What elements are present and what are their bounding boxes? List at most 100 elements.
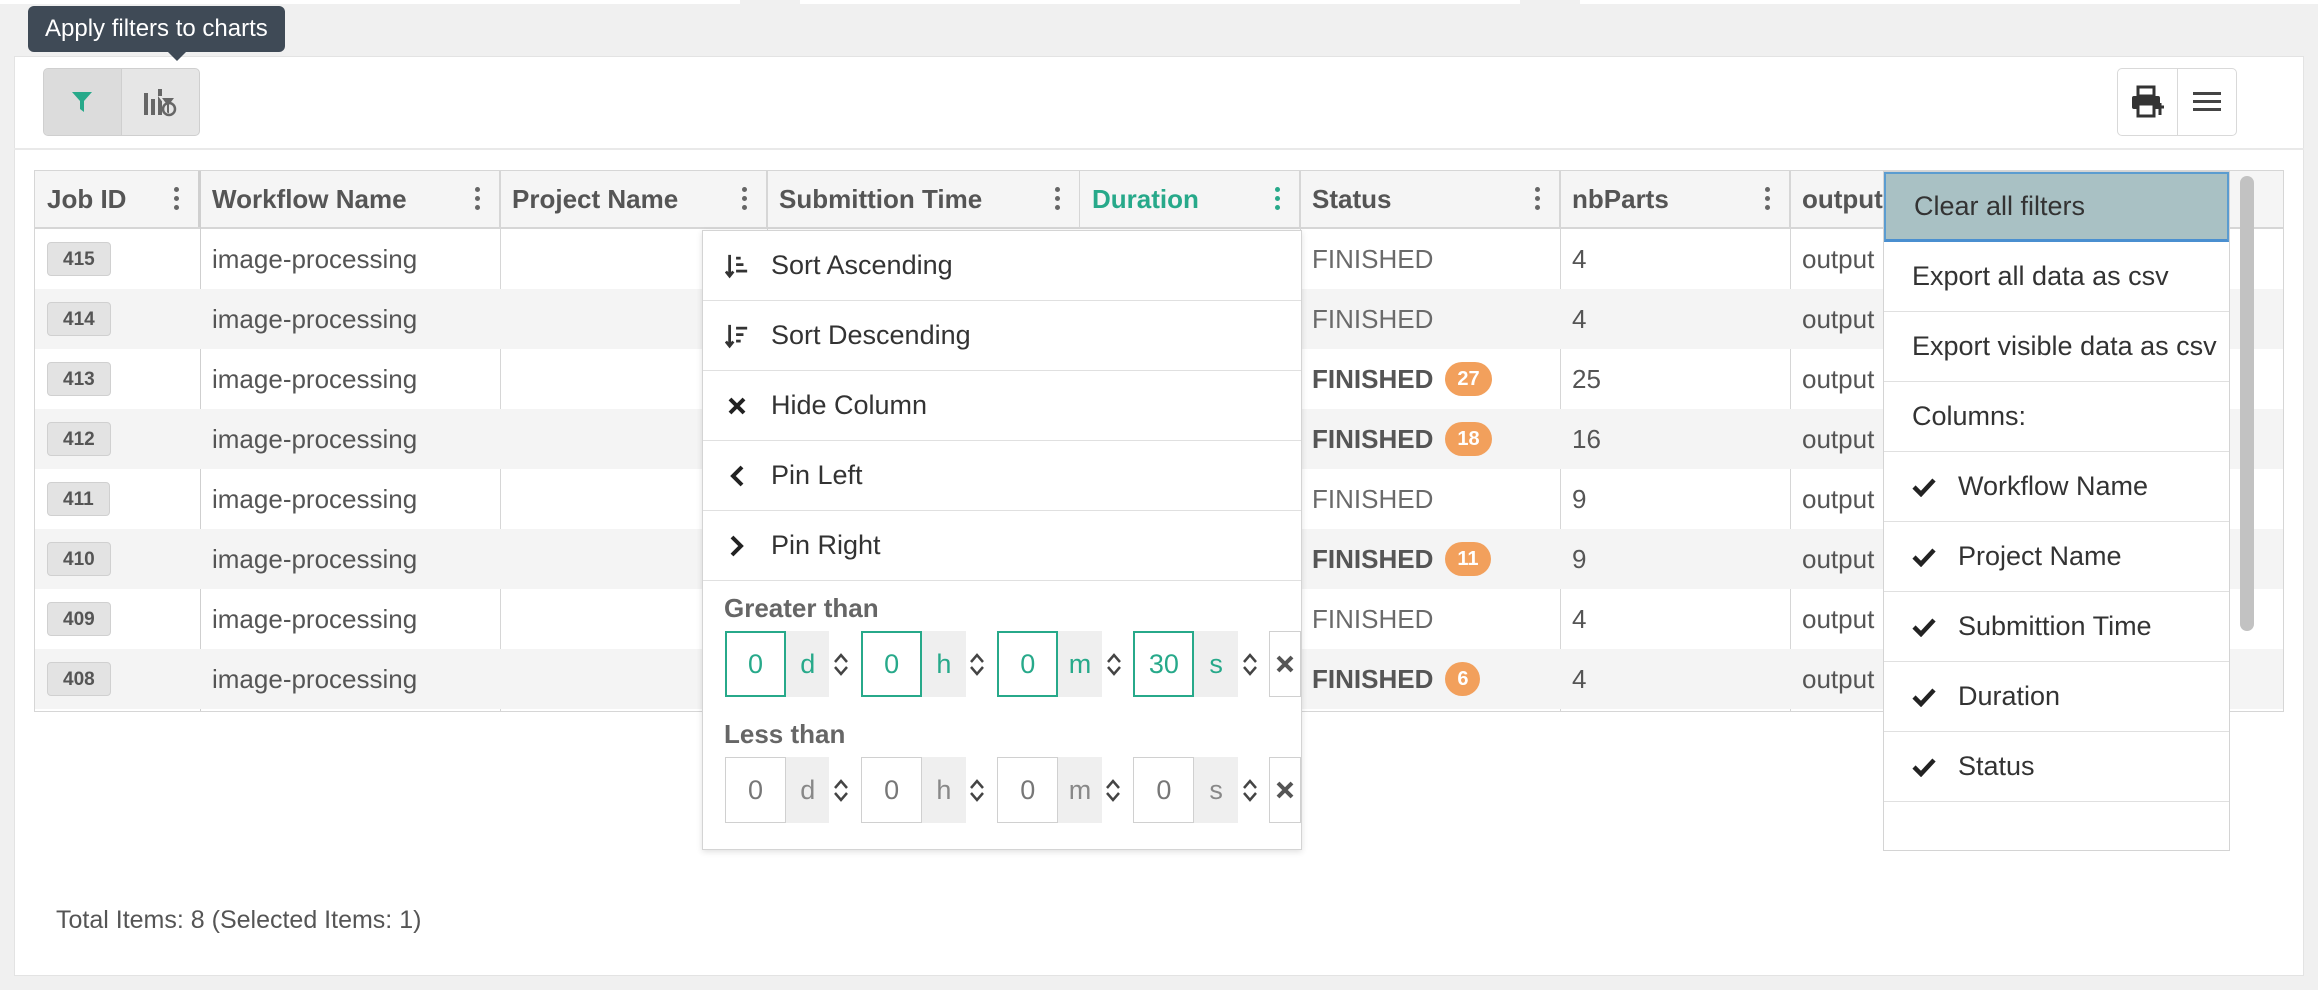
column-toggle-item[interactable]: Duration bbox=[1884, 662, 2229, 732]
seconds-spinner[interactable] bbox=[1237, 631, 1262, 697]
hamburger-menu-icon bbox=[2192, 92, 2221, 111]
spinner-up-icon[interactable] bbox=[969, 778, 985, 790]
minutes-spinner[interactable] bbox=[1101, 631, 1126, 697]
spinner-down-icon[interactable] bbox=[1242, 664, 1258, 676]
seconds-spinner[interactable] bbox=[1237, 757, 1262, 823]
menu-pin-left[interactable]: Pin Left bbox=[703, 441, 1301, 511]
sort-ascending-icon bbox=[725, 252, 749, 280]
column-menu-icon[interactable] bbox=[475, 187, 481, 211]
header-job-id[interactable]: Job ID bbox=[35, 171, 200, 227]
column-menu-icon[interactable] bbox=[1765, 187, 1771, 211]
header-workflow-name[interactable]: Workflow Name bbox=[200, 171, 500, 227]
print-button[interactable] bbox=[2118, 69, 2177, 135]
grid-menu-scrollbar[interactable] bbox=[2240, 176, 2254, 631]
job-id-badge: 410 bbox=[47, 542, 111, 576]
column-menu-icon[interactable] bbox=[1055, 187, 1061, 211]
menu-label: Hide Column bbox=[771, 390, 928, 420]
spinner-down-icon[interactable] bbox=[1106, 664, 1122, 676]
hours-spinner[interactable] bbox=[965, 757, 990, 823]
export-all-csv[interactable]: Export all data as csv bbox=[1884, 242, 2229, 312]
spinner-down-icon[interactable] bbox=[969, 664, 985, 676]
cell-nbparts: 16 bbox=[1572, 423, 1601, 454]
column-toggle-item[interactable]: Status bbox=[1884, 732, 2229, 802]
spinner-up-icon[interactable] bbox=[969, 652, 985, 664]
filter-button[interactable] bbox=[44, 69, 122, 135]
job-id-badge: 415 bbox=[47, 242, 111, 276]
greater-days-input[interactable]: 0 bbox=[725, 631, 787, 697]
status-text: FINISHED bbox=[1312, 303, 1434, 334]
header-label: Workflow Name bbox=[212, 183, 407, 214]
days-spinner[interactable] bbox=[829, 631, 854, 697]
cell-workflow-name: image-processing bbox=[212, 243, 418, 274]
tooltip: Apply filters to charts bbox=[28, 6, 285, 61]
check-icon bbox=[1912, 687, 1938, 707]
clear-less-button[interactable] bbox=[1269, 757, 1301, 823]
greater-than-label: Greater than bbox=[724, 593, 879, 623]
close-icon bbox=[725, 392, 749, 420]
cell-status: FINISHED 11 bbox=[1300, 529, 1560, 589]
spinner-up-icon[interactable] bbox=[1242, 652, 1258, 664]
less-hours-input[interactable]: 0 bbox=[861, 757, 923, 823]
spinner-up-icon[interactable] bbox=[1106, 652, 1122, 664]
status-count-badge: 18 bbox=[1445, 422, 1492, 456]
header-nbparts[interactable]: nbParts bbox=[1560, 171, 1790, 227]
clear-all-filters[interactable]: Clear all filters bbox=[1884, 172, 2229, 242]
greater-minutes-input[interactable]: 0 bbox=[997, 631, 1059, 697]
spinner-up-icon[interactable] bbox=[1105, 778, 1121, 790]
minutes-unit: m bbox=[1058, 757, 1102, 823]
cell-status: FINISHED 6 bbox=[1300, 649, 1560, 709]
seconds-unit: s bbox=[1194, 757, 1238, 823]
status-text: FINISHED bbox=[1312, 663, 1434, 694]
less-days-input[interactable]: 0 bbox=[725, 757, 787, 823]
spinner-up-icon[interactable] bbox=[833, 652, 849, 664]
column-toggle-label: Status bbox=[1958, 751, 2035, 781]
greater-hours-input[interactable]: 0 bbox=[861, 631, 923, 697]
spinner-down-icon[interactable] bbox=[1242, 790, 1258, 802]
menu-sort-descending[interactable]: Sort Descending bbox=[703, 301, 1301, 371]
less-minutes-input[interactable]: 0 bbox=[997, 757, 1059, 823]
grid-menu-button[interactable] bbox=[2176, 69, 2237, 135]
print-icon bbox=[2132, 85, 2165, 118]
header-submittion-time[interactable]: Submittion Time bbox=[767, 171, 1080, 227]
column-menu-icon[interactable] bbox=[174, 187, 180, 211]
spinner-up-icon[interactable] bbox=[833, 778, 849, 790]
greater-seconds-input[interactable]: 30 bbox=[1133, 631, 1195, 697]
column-menu-icon[interactable] bbox=[1535, 187, 1541, 211]
days-spinner[interactable] bbox=[829, 757, 854, 823]
spinner-down-icon[interactable] bbox=[969, 790, 985, 802]
cell-status: FINISHED 18 bbox=[1300, 409, 1560, 469]
column-toggle-item[interactable]: Project Name bbox=[1884, 522, 2229, 592]
spinner-down-icon[interactable] bbox=[833, 664, 849, 676]
menu-pin-right[interactable]: Pin Right bbox=[703, 511, 1301, 581]
export-visible-csv[interactable]: Export visible data as csv bbox=[1884, 312, 2229, 382]
header-status[interactable]: Status bbox=[1300, 171, 1560, 227]
job-id-badge: 411 bbox=[47, 482, 110, 516]
minutes-spinner[interactable] bbox=[1101, 757, 1126, 823]
chart-filter-button[interactable] bbox=[122, 69, 200, 135]
header-duration[interactable]: Duration bbox=[1080, 171, 1300, 227]
cell-status: FINISHED bbox=[1300, 469, 1560, 529]
header-project-name[interactable]: Project Name bbox=[500, 171, 767, 227]
cell-status: FINISHED bbox=[1300, 589, 1560, 649]
grid-tools bbox=[2117, 68, 2237, 136]
menu-label: Pin Left bbox=[771, 460, 863, 490]
status-text: FINISHED bbox=[1312, 543, 1434, 574]
column-menu-icon[interactable] bbox=[1275, 187, 1281, 211]
menu-hide-column[interactable]: Hide Column bbox=[703, 371, 1301, 441]
header-label: output bbox=[1802, 183, 1883, 214]
menu-sort-ascending[interactable]: Sort Ascending bbox=[703, 231, 1301, 301]
spinner-down-icon[interactable] bbox=[833, 790, 849, 802]
less-seconds-input[interactable]: 0 bbox=[1133, 757, 1195, 823]
column-toggle-item[interactable]: Workflow Name bbox=[1884, 452, 2229, 522]
cell-nbparts: 4 bbox=[1572, 663, 1587, 694]
hours-spinner[interactable] bbox=[965, 631, 990, 697]
column-toggle-item[interactable]: Submittion Time bbox=[1884, 592, 2229, 662]
clear-greater-button[interactable] bbox=[1269, 631, 1301, 697]
cell-nbparts: 9 bbox=[1572, 543, 1587, 574]
header-label: Job ID bbox=[47, 183, 127, 214]
column-menu-icon[interactable] bbox=[742, 187, 748, 211]
days-unit: d bbox=[786, 757, 830, 823]
check-icon bbox=[1912, 617, 1938, 637]
spinner-down-icon[interactable] bbox=[1105, 790, 1121, 802]
spinner-up-icon[interactable] bbox=[1242, 778, 1258, 790]
